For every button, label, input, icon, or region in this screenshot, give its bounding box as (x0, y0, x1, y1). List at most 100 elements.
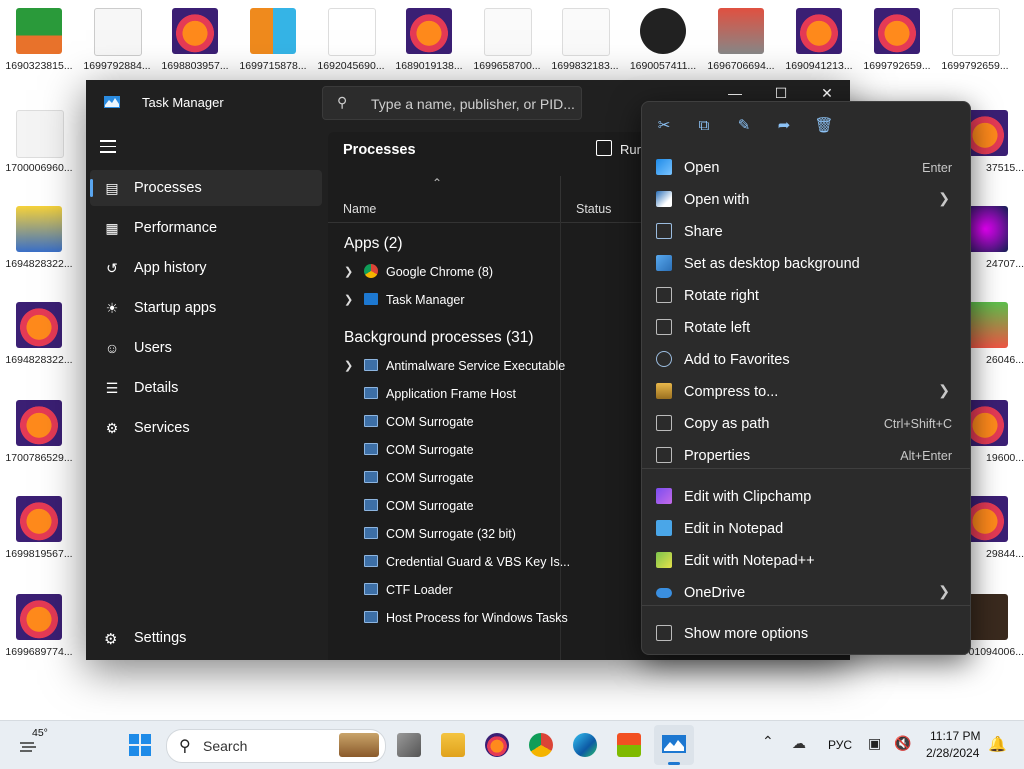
process-row[interactable]: COM Surrogate (328, 436, 560, 464)
rename-icon[interactable]: ✎ (731, 114, 757, 138)
notification-bell-icon[interactable]: 🔔 (988, 735, 1007, 753)
desktop-icon[interactable]: 1699689774... (0, 588, 78, 658)
hamburger-menu-button[interactable] (100, 136, 122, 158)
chevron-right-icon[interactable]: ❯ (344, 359, 353, 372)
process-row[interactable]: Host Process for Windows Tasks (328, 604, 568, 632)
sidebar-item-settings[interactable]: ⚙ Settings (90, 624, 322, 656)
desktop-icon[interactable]: 1690057411... (624, 2, 702, 72)
run-new-task-button[interactable]: Rur (596, 140, 641, 157)
start-button[interactable] (128, 733, 152, 757)
menu-item-rotate-left[interactable]: Rotate left (646, 312, 966, 344)
menu-item-show-more-options[interactable]: Show more options (646, 618, 966, 650)
desktop-icon-thumbnail (328, 8, 376, 56)
group-header-apps: Apps (2) (344, 235, 403, 252)
chevron-right-icon[interactable]: ❯ (344, 293, 353, 306)
weather-widget[interactable]: 45° (18, 727, 48, 755)
menu-item-label: Edit in Notepad (684, 521, 784, 537)
volume-muted-icon[interactable]: 🔇 (894, 735, 911, 752)
process-row[interactable]: Application Frame Host (328, 380, 560, 408)
network-icon[interactable]: ▣ (868, 735, 881, 752)
task-manager-taskbar-item[interactable] (654, 725, 694, 765)
process-row[interactable]: ❯ Task Manager (328, 286, 560, 314)
desktop-icon[interactable]: 1698803957... (156, 2, 234, 72)
clock-date[interactable]: 2/28/2024 (926, 746, 979, 760)
desktop-icon[interactable]: 1700786529... (0, 394, 78, 464)
menu-item-edit-with-notepad++[interactable]: Edit with Notepad++ (646, 545, 966, 577)
column-header-name[interactable]: ⌃ Name (328, 176, 561, 223)
process-row[interactable]: ❯ Antimalware Service Executable (328, 352, 565, 380)
search-input[interactable] (369, 93, 583, 115)
process-row[interactable]: ❯ Google Chrome (8) (328, 258, 560, 286)
weather-temperature: 45° (32, 727, 48, 739)
desktop-icon-thumbnail (250, 8, 296, 54)
menu-item-add-to-favorites[interactable]: Add to Favorites (646, 344, 966, 376)
menu-item-edit-with-clipchamp[interactable]: Edit with Clipchamp (646, 481, 966, 513)
file-explorer-icon[interactable] (441, 733, 465, 757)
column-divider (560, 222, 561, 660)
desktop-icon[interactable]: 1689019138... (390, 2, 468, 72)
column-header-status[interactable]: Status (561, 176, 651, 223)
sidebar-item-processes[interactable]: ▤ Processes (90, 170, 322, 206)
desktop-icon[interactable]: 1690323815... (0, 2, 78, 72)
process-name: Credential Guard & VBS Key Is... (386, 555, 571, 569)
desktop-icon[interactable]: 1699792659... (936, 2, 1014, 72)
desktop-icon[interactable]: 1692045690... (312, 2, 390, 72)
chevron-right-icon[interactable]: ❯ (344, 265, 353, 278)
chrome-icon[interactable] (529, 733, 553, 757)
menu-item-copy-as-path[interactable]: Copy as path Ctrl+Shift+C (646, 408, 966, 440)
process-row[interactable]: COM Surrogate (32 bit) (328, 520, 560, 548)
chrome-icon (364, 264, 378, 278)
desktop-icon[interactable]: 1694828322... (0, 296, 78, 366)
edge-icon[interactable] (573, 733, 597, 757)
search-box[interactable]: ⚲ (322, 86, 583, 120)
details-icon: ☰ (105, 380, 119, 396)
process-row[interactable]: COM Surrogate (328, 408, 560, 436)
process-row[interactable]: COM Surrogate (328, 464, 560, 492)
sidebar-item-performance[interactable]: ▦ Performance (90, 210, 322, 246)
firefox-icon[interactable] (485, 733, 509, 757)
menu-item-onedrive[interactable]: OneDrive ❯ (646, 577, 966, 609)
cut-icon[interactable]: ✂ (651, 114, 677, 138)
taskbar-search[interactable]: ⚲ Search (166, 729, 386, 763)
desktop-icon[interactable]: 1699715878... (234, 2, 312, 72)
process-row[interactable]: Credential Guard & VBS Key Is... (328, 548, 570, 576)
language-indicator[interactable]: РУС (828, 738, 852, 752)
menu-item-label: Rotate right (684, 288, 759, 304)
onedrive-tray-icon[interactable]: ☁ (792, 735, 806, 752)
desktop-icon[interactable]: 1696706694... (702, 2, 780, 72)
desktop-icon[interactable]: 1699819567... (0, 490, 78, 560)
delete-icon[interactable]: 🗑 (811, 114, 837, 138)
desktop-icon[interactable]: 1699658700... (468, 2, 546, 72)
store-icon[interactable] (617, 733, 641, 757)
sidebar-item-users[interactable]: ☺ Users (90, 330, 322, 366)
menu-item-edit-in-notepad[interactable]: Edit in Notepad (646, 513, 966, 545)
copy-icon[interactable]: ⧉ (691, 114, 717, 138)
sidebar-item-services[interactable]: ⚙ Services (90, 410, 322, 446)
clock-time[interactable]: 11:17 PM (930, 729, 980, 743)
desktop-icon[interactable]: 1699832183... (546, 2, 624, 72)
sidebar-item-startup-apps[interactable]: ☀ Startup apps (90, 290, 322, 326)
desktop-icon[interactable]: 1690941213... (780, 2, 858, 72)
menu-item-set-as-desktop-background[interactable]: Set as desktop background (646, 248, 966, 280)
menu-item-compress-to[interactable]: Compress to... ❯ (646, 376, 966, 408)
share-icon[interactable]: ➦ (771, 114, 797, 138)
menu-item-rotate-right[interactable]: Rotate right (646, 280, 966, 312)
process-row[interactable]: COM Surrogate (328, 492, 560, 520)
search-icon: ⚲ (337, 94, 348, 110)
desktop-icon[interactable]: 1699792659... (858, 2, 936, 72)
menu-item-properties[interactable]: Properties Alt+Enter (646, 440, 966, 472)
process-row[interactable]: CTF Loader (328, 576, 560, 604)
sidebar-item-label: Settings (134, 630, 187, 646)
desktop-icon[interactable]: 1694828322... (0, 200, 78, 270)
menu-item-open-with[interactable]: Open with ❯ (646, 184, 966, 216)
process-name: Google Chrome (8) (386, 265, 493, 279)
desktop-icon[interactable]: 1699792884... (78, 2, 156, 72)
desktop-icon[interactable]: 1700006960... (0, 104, 78, 174)
chevron-up-icon[interactable]: ⌃ (762, 733, 774, 750)
sidebar-item-details[interactable]: ☰ Details (90, 370, 322, 406)
menu-item-share[interactable]: Share (646, 216, 966, 248)
chevron-right-icon: ❯ (938, 190, 950, 206)
task-view-icon[interactable] (397, 733, 421, 757)
sidebar-item-app-history[interactable]: ↺ App history (90, 250, 322, 286)
menu-item-open[interactable]: Open Enter (646, 152, 966, 184)
